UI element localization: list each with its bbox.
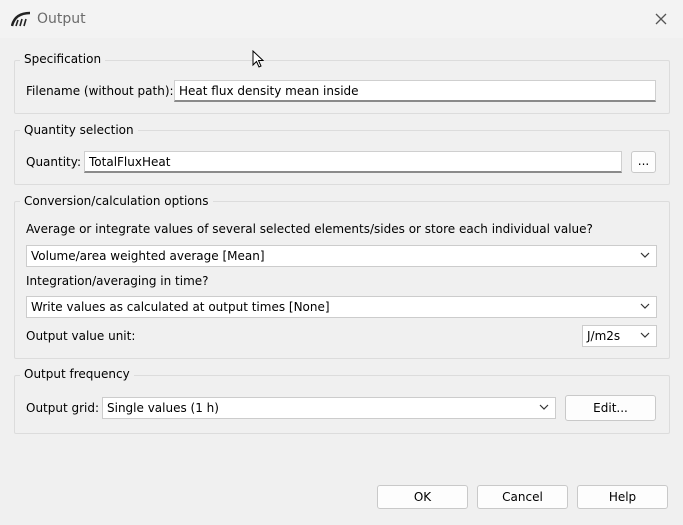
cancel-button[interactable]: Cancel (477, 485, 568, 509)
app-logo-icon (11, 11, 31, 27)
chevron-down-icon (640, 332, 650, 338)
ok-button[interactable]: OK (377, 485, 468, 509)
filename-label: Filename (without path): (26, 84, 174, 98)
average-select[interactable]: Volume/area weighted average [Mean] (26, 245, 657, 267)
chevron-down-icon (539, 404, 549, 410)
chevron-down-icon (640, 252, 650, 258)
output-grid-value: Single values (1 h) (107, 401, 219, 415)
title-bar: Output (0, 0, 683, 38)
unit-label: Output value unit: (26, 329, 136, 343)
close-icon (655, 13, 667, 25)
mouse-pointer-icon (252, 50, 264, 68)
window-title: Output (37, 11, 86, 27)
dialog-body: Specification Filename (without path): H… (0, 38, 683, 525)
chevron-down-icon (640, 303, 650, 309)
unit-select[interactable]: J/m2s (582, 325, 657, 347)
output-frequency-legend: Output frequency (20, 367, 134, 381)
conversion-legend: Conversion/calculation options (20, 194, 213, 208)
time-select[interactable]: Write values as calculated at output tim… (26, 296, 657, 318)
quantity-label: Quantity: (26, 155, 82, 169)
time-question-label: Integration/averaging in time? (26, 274, 209, 288)
time-select-value: Write values as calculated at output tim… (31, 300, 330, 314)
average-select-value: Volume/area weighted average [Mean] (31, 249, 265, 263)
filename-input[interactable]: Heat flux density mean inside (174, 80, 656, 102)
output-grid-select[interactable]: Single values (1 h) (102, 397, 556, 419)
quantity-browse-button[interactable]: ... (631, 151, 656, 173)
help-button[interactable]: Help (577, 485, 668, 509)
quantity-input[interactable]: TotalFluxHeat (84, 151, 622, 173)
output-grid-label: Output grid: (26, 401, 100, 415)
specification-legend: Specification (20, 52, 106, 66)
average-question-label: Average or integrate values of several s… (26, 222, 593, 236)
close-button[interactable] (646, 6, 676, 32)
unit-select-value: J/m2s (587, 329, 621, 343)
quantity-selection-legend: Quantity selection (20, 123, 138, 137)
edit-grid-button[interactable]: Edit... (565, 395, 656, 421)
